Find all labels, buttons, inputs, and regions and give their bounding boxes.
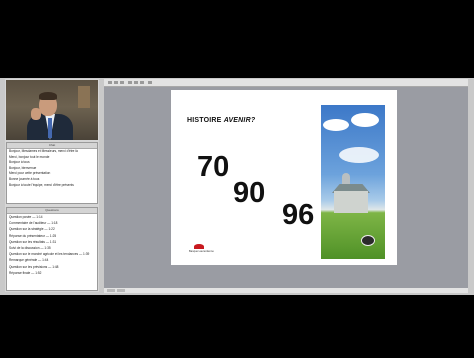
slide-title-prefix: HISTOIRE <box>187 117 222 124</box>
toolbar-icon[interactable] <box>114 81 118 84</box>
question-item[interactable]: Réponse finale — 1:52 <box>7 270 97 276</box>
barn-shape <box>334 191 368 213</box>
farm-photo <box>321 105 385 259</box>
webinar-app: Chat Bonjour, Mesdames et Messieurs, mer… <box>0 78 474 295</box>
flag-decor <box>78 86 90 108</box>
toolbar-icon[interactable] <box>134 81 138 84</box>
presenter-hand <box>31 108 41 120</box>
chat-message: Bonjour à toute l'équipe, merci d'être p… <box>9 182 74 187</box>
status-bar <box>104 288 468 293</box>
chat-panel[interactable]: Chat Bonjour, Mesdames et Messieurs, mer… <box>6 142 98 204</box>
company-logo-icon <box>194 244 204 249</box>
toolbar-icon[interactable] <box>140 81 144 84</box>
cloud-shape <box>323 119 349 131</box>
cloud-shape <box>351 113 379 127</box>
status-control[interactable] <box>107 289 115 292</box>
slide-title-emphasis: AVENIR? <box>223 117 256 124</box>
toolbar-icon[interactable] <box>120 81 124 84</box>
company-logo-text: Banque Laurentienne <box>189 250 214 253</box>
slide-title: HISTOIRE AVENIR? <box>187 117 255 124</box>
badge-icon <box>361 235 375 246</box>
year-number: 70 <box>197 151 230 183</box>
slide-toolbar <box>104 79 468 87</box>
cloud-shape <box>339 147 379 163</box>
presentation-slide: HISTOIRE AVENIR? 70 90 96 Banque Laurent… <box>171 90 397 265</box>
year-number: 96 <box>282 199 315 231</box>
presenter-hair <box>39 92 57 100</box>
presenter-tie <box>48 118 52 138</box>
left-sidebar: Chat Bonjour, Mesdames et Messieurs, mer… <box>5 79 99 292</box>
presenter-webcam <box>6 80 98 140</box>
slide-stage: HISTOIRE AVENIR? 70 90 96 Banque Laurent… <box>104 87 468 288</box>
toolbar-icon[interactable] <box>108 81 112 84</box>
status-control[interactable] <box>117 289 125 292</box>
year-number: 90 <box>233 177 266 209</box>
toolbar-icon[interactable] <box>128 81 132 84</box>
questions-panel[interactable]: Questions Question posée — 1:14 Commenta… <box>6 207 98 291</box>
toolbar-icon[interactable] <box>148 81 152 84</box>
